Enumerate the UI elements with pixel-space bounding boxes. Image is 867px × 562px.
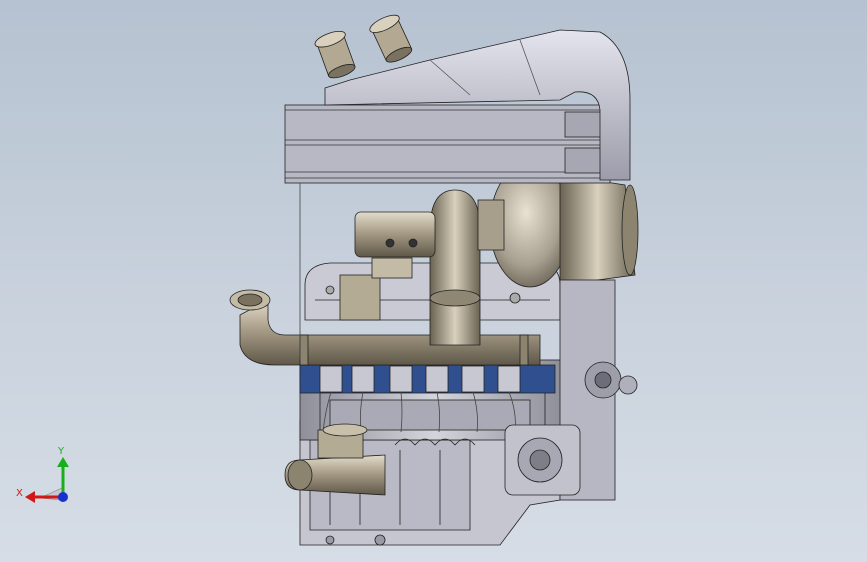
engine-model[interactable] (229, 12, 639, 546)
y-axis-label: Y (57, 446, 65, 457)
coordinate-triad: Y X (16, 446, 69, 503)
z-axis-dot (58, 492, 68, 502)
uptake-pipe[interactable] (429, 189, 481, 346)
graphics-viewport[interactable]: Y X (0, 0, 867, 562)
y-axis-arrow (57, 457, 69, 467)
x-axis-label: X (16, 488, 23, 499)
x-axis-arrow (25, 491, 35, 503)
